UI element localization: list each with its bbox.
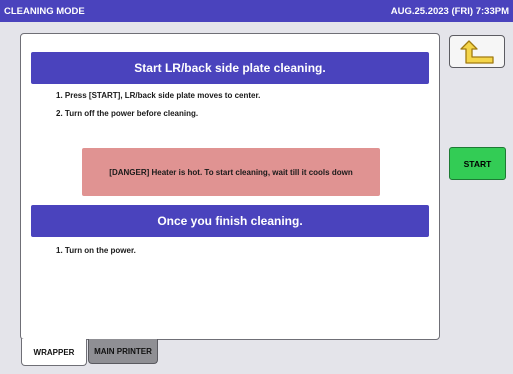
title-bar: CLEANING MODE AUG.25.2023 (FRI) 7:33PM [0, 0, 513, 22]
return-arrow-icon [460, 39, 494, 64]
section-header-start-cleaning: Start LR/back side plate cleaning. [31, 52, 429, 84]
instruction-step: 1. Turn on the power. [56, 246, 136, 255]
instruction-step: 2. Turn off the power before cleaning. [56, 109, 199, 118]
screen-title: CLEANING MODE [4, 6, 85, 17]
back-button[interactable] [449, 35, 505, 68]
danger-warning: [DANGER] Heater is hot. To start cleanin… [82, 148, 380, 196]
main-screen: Start LR/back side plate cleaning. 1. Pr… [0, 22, 513, 374]
cleaning-instructions-panel: Start LR/back side plate cleaning. 1. Pr… [20, 33, 440, 340]
tab-main-printer[interactable]: MAIN PRINTER [88, 339, 158, 364]
start-button[interactable]: START [449, 147, 506, 180]
section-header-finish-cleaning: Once you finish cleaning. [31, 205, 429, 237]
instruction-step: 1. Press [START], LR/back side plate mov… [56, 91, 261, 100]
tab-wrapper[interactable]: WRAPPER [21, 339, 87, 366]
date-time: AUG.25.2023 (FRI) 7:33PM [390, 6, 509, 17]
